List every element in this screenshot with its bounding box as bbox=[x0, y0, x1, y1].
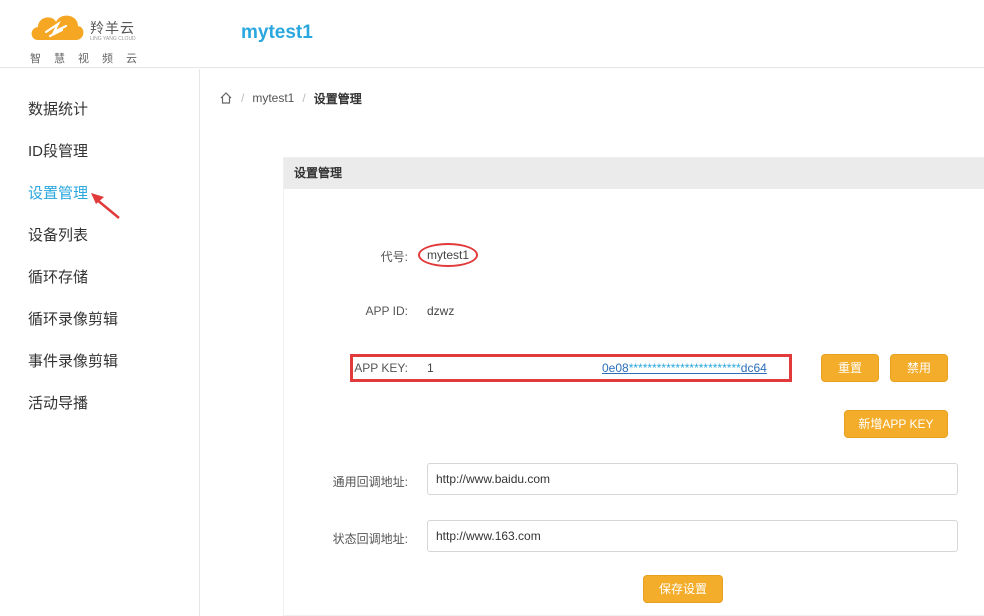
breadcrumb-current: 设置管理 bbox=[313, 91, 362, 106]
add-app-key-button[interactable]: 新增APP KEY bbox=[844, 410, 948, 438]
sidebar-item-settings[interactable]: 设置管理 bbox=[28, 183, 88, 205]
reset-key-button[interactable]: 重置 bbox=[821, 354, 879, 382]
sidebar-item-live-broadcast[interactable]: 活动导播 bbox=[28, 393, 88, 415]
code-label: 代号: bbox=[380, 250, 408, 264]
save-settings-button[interactable]: 保存设置 bbox=[643, 575, 723, 603]
appid-value: dzwz bbox=[427, 304, 455, 318]
red-circle-annotation bbox=[418, 243, 478, 267]
callback-url-label: 通用回调地址: bbox=[332, 475, 408, 489]
sidebar-item-loop-clip[interactable]: 循环录像剪辑 bbox=[28, 309, 118, 331]
cloud-logo-icon bbox=[31, 15, 84, 40]
appkey-prefix: 0e08 bbox=[602, 361, 629, 375]
appkey-suffix: dc64 bbox=[740, 361, 767, 375]
sidebar-item-id-segment[interactable]: ID段管理 bbox=[28, 141, 88, 163]
disable-key-button[interactable]: 禁用 bbox=[890, 354, 948, 382]
appkey-value-link[interactable]: 0e08************************dc64 bbox=[602, 361, 767, 375]
breadcrumb-separator: / bbox=[241, 91, 245, 105]
settings-panel: 设置管理 代号: mytest1 APP ID: dzwz APP KEY: 1… bbox=[283, 157, 984, 616]
sidebar: 数据统计 ID段管理 设置管理 设备列表 循环存储 循环录像剪辑 事件录像剪辑 … bbox=[0, 69, 200, 616]
main-content: / mytest1 / 设置管理 设置管理 代号: mytest1 APP ID… bbox=[201, 69, 984, 616]
breadcrumb: / mytest1 / 设置管理 bbox=[219, 89, 362, 107]
panel-title: 设置管理 bbox=[284, 158, 984, 189]
app-title: mytest1 bbox=[241, 22, 313, 43]
top-header: 羚羊云 LING YANG CLOUD 智慧视频云 mytest1 bbox=[0, 0, 984, 68]
home-icon[interactable] bbox=[219, 91, 233, 105]
logo-name: 羚羊云 bbox=[90, 20, 135, 36]
appid-label: APP ID: bbox=[365, 304, 408, 318]
breadcrumb-separator: / bbox=[302, 91, 306, 105]
status-callback-url-label: 状态回调地址: bbox=[332, 532, 408, 546]
breadcrumb-project[interactable]: mytest1 bbox=[252, 91, 294, 105]
status-callback-url-input[interactable] bbox=[427, 520, 958, 552]
logo-slogan: 智慧视频云 bbox=[30, 53, 150, 65]
sidebar-item-loop-storage[interactable]: 循环存储 bbox=[28, 267, 88, 289]
appkey-label: APP KEY: bbox=[354, 361, 408, 375]
callback-url-input[interactable] bbox=[427, 463, 958, 495]
logo[interactable]: 羚羊云 LING YANG CLOUD 智慧视频云 bbox=[28, 8, 158, 65]
sidebar-item-device-list[interactable]: 设备列表 bbox=[28, 225, 88, 247]
red-arrow-annotation bbox=[91, 193, 120, 219]
logo-english: LING YANG CLOUD bbox=[90, 36, 136, 42]
sidebar-item-data-stats[interactable]: 数据统计 bbox=[28, 99, 88, 121]
appkey-index: 1 bbox=[427, 361, 434, 375]
sidebar-item-event-clip[interactable]: 事件录像剪辑 bbox=[28, 351, 118, 373]
appkey-mask: ************************ bbox=[628, 361, 741, 375]
